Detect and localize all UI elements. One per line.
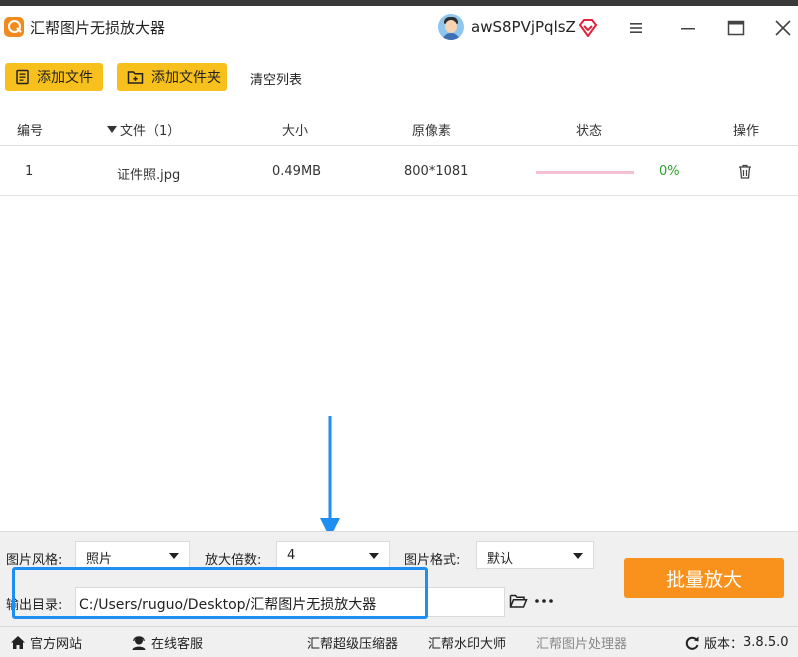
row-progress-text: 0%	[659, 164, 680, 179]
add-folder-icon	[127, 71, 144, 84]
refresh-icon	[685, 636, 699, 650]
add-file-icon	[16, 69, 29, 85]
more-icon[interactable]	[535, 599, 553, 603]
clear-list-button[interactable]: 清空列表	[250, 69, 302, 88]
image-processor-link[interactable]: 汇帮图片处理器	[536, 633, 627, 652]
close-icon[interactable]	[772, 18, 794, 38]
format-select[interactable]: 默认	[476, 541, 594, 569]
sort-down-icon	[107, 125, 117, 133]
app-logo-icon	[4, 17, 24, 37]
column-index: 编号	[17, 124, 44, 139]
footer-bar: 官方网站 在线客服 汇帮超级压缩器 汇帮水印大师 汇帮图片处理器 版本： 3.8…	[0, 626, 798, 657]
add-file-button[interactable]: 添加文件	[5, 63, 103, 91]
user-avatar[interactable]	[438, 14, 464, 40]
row-file-name: 证件照.jpg	[117, 168, 181, 183]
scale-select[interactable]: 4	[276, 541, 390, 569]
column-status: 状态	[576, 124, 603, 139]
title-bar: 汇帮图片无损放大器 awS8PVjPqlsZ	[0, 6, 798, 46]
official-website-link[interactable]: 官方网站	[10, 633, 82, 652]
watermark-link[interactable]: 汇帮水印大师	[428, 633, 506, 652]
toolbar: 添加文件 添加文件夹 清空列表	[0, 46, 798, 100]
chevron-down-icon	[169, 553, 179, 559]
column-size: 大小	[282, 124, 309, 139]
chevron-down-icon	[369, 553, 379, 559]
batch-enlarge-button[interactable]: 批量放大	[624, 558, 784, 598]
version-info[interactable]: 版本： 3.8.5.0	[684, 633, 789, 652]
username[interactable]: awS8PVjPqlsZ	[471, 18, 576, 36]
add-folder-label: 添加文件夹	[151, 70, 221, 86]
output-highlight-box	[12, 567, 428, 619]
compressor-link[interactable]: 汇帮超级压缩器	[307, 633, 398, 652]
support-agent-icon	[132, 636, 146, 650]
row-progress-bar	[536, 171, 634, 174]
file-table-header: 编号 文件（1） 大小 原像素 状态 操作	[0, 110, 798, 146]
add-file-label: 添加文件	[37, 70, 93, 86]
app-title: 汇帮图片无损放大器	[30, 19, 166, 37]
maximize-icon[interactable]	[725, 18, 747, 38]
minimize-icon[interactable]	[677, 18, 699, 38]
menu-icon[interactable]	[625, 18, 647, 38]
chevron-down-icon	[573, 553, 583, 559]
add-folder-button[interactable]: 添加文件夹	[117, 63, 227, 91]
row-index: 1	[25, 164, 34, 179]
online-support-link[interactable]: 在线客服	[131, 633, 203, 652]
annotation-arrow	[320, 416, 340, 538]
column-pixels: 原像素	[412, 124, 452, 139]
style-select[interactable]: 照片	[75, 541, 190, 569]
style-label: 图片风格:	[6, 553, 63, 568]
column-file[interactable]: 文件（1）	[107, 120, 180, 139]
scale-label: 放大倍数:	[205, 553, 262, 568]
table-row[interactable]: 1 证件照.jpg 0.49MB 800*1081 0%	[0, 147, 798, 196]
column-action: 操作	[733, 124, 760, 139]
home-icon	[11, 636, 25, 649]
vip-diamond-icon[interactable]	[578, 19, 598, 37]
folder-open-icon[interactable]	[509, 593, 528, 609]
format-label: 图片格式:	[404, 553, 461, 568]
row-pixels: 800*1081	[404, 164, 469, 179]
delete-icon[interactable]	[738, 164, 752, 179]
row-file-size: 0.49MB	[272, 164, 322, 179]
